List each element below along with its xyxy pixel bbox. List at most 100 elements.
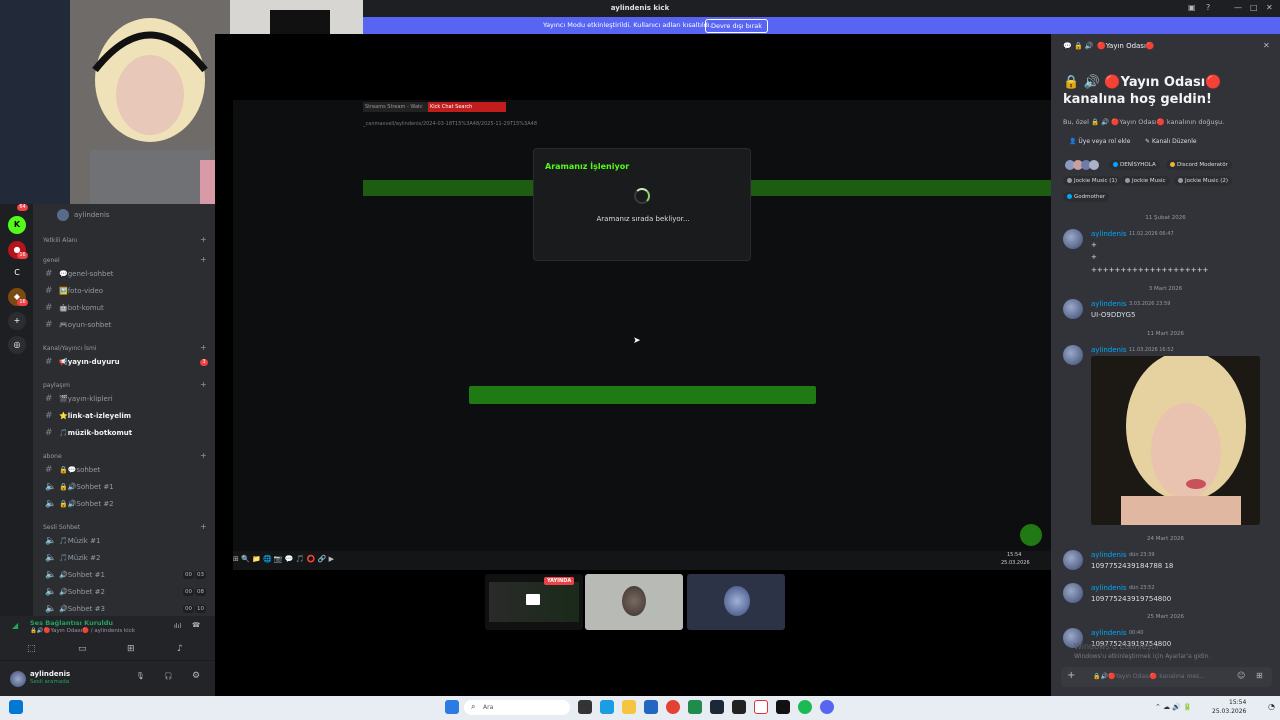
edit-channel-button[interactable]: ✎ Kanalı Düzenle <box>1145 138 1197 145</box>
settings-icon[interactable]: ⚙ <box>192 671 200 681</box>
channel-item[interactable]: # 🖼️foto-video <box>33 284 215 299</box>
taskbar-date[interactable]: 25.03.2026 <box>1212 708 1246 715</box>
edge-icon[interactable] <box>600 700 614 714</box>
message-image-attachment[interactable] <box>1091 356 1260 525</box>
role-chip[interactable]: Jockie Music (2) <box>1174 176 1233 186</box>
soundboard-icon[interactable]: ♪ <box>177 644 183 654</box>
message-author[interactable]: aylindenis <box>1091 346 1127 354</box>
channel-item[interactable]: # 🔒💬sohbet <box>33 463 215 478</box>
category-paylasim[interactable]: paylaşım <box>43 382 70 389</box>
channel-item[interactable]: # 📢yayın-duyuru 3 <box>33 355 215 370</box>
channel-item[interactable]: # 🎵müzik-botkomut <box>33 426 215 441</box>
role-chip[interactable]: Discord Moderatör <box>1166 160 1232 170</box>
category-yetkili[interactable]: Yetkili Alanı <box>43 237 77 244</box>
screen-share-icon[interactable]: ▭ <box>78 644 87 654</box>
category-genel[interactable]: genel <box>43 257 60 264</box>
chrome-icon[interactable] <box>666 700 680 714</box>
channel-item[interactable]: # 🤖bot-komut <box>33 301 215 316</box>
voice-channel-item[interactable]: 🔈 🔊Sohbet #3 00 10 <box>33 602 215 616</box>
add-channel-icon[interactable]: + <box>200 343 207 352</box>
add-channel-icon[interactable]: + <box>200 522 207 531</box>
server-icon-c[interactable]: C <box>8 264 26 282</box>
voice-channel-item[interactable]: 🔈 🎵Müzik #2 <box>33 551 215 566</box>
minimize-button[interactable]: — <box>1234 3 1242 12</box>
message-input[interactable]: 🔒🔊🔴Yayın Odası🔴 kanalına mes... <box>1093 673 1205 680</box>
store-icon[interactable] <box>644 700 658 714</box>
avatar[interactable] <box>1063 550 1083 570</box>
channel-item[interactable]: # 🎮oyun-sohbet <box>33 318 215 333</box>
app-icon[interactable] <box>754 700 768 714</box>
category-sesli[interactable]: Sesli Sohbet <box>43 524 80 531</box>
steam-icon[interactable] <box>710 700 724 714</box>
tray-icons[interactable]: ⌃ ☁ 🔊 🔋 <box>1155 703 1192 711</box>
add-channel-icon[interactable]: + <box>200 255 207 264</box>
explorer-icon[interactable] <box>622 700 636 714</box>
discord-icon[interactable] <box>820 700 834 714</box>
noise-suppression-icon[interactable]: ılıl <box>174 622 181 630</box>
spotify-icon[interactable] <box>798 700 812 714</box>
voice-channel-item[interactable]: 🔈 🔒🔊Sohbet #1 <box>33 480 215 495</box>
user-name[interactable]: aylindenis <box>30 670 70 678</box>
stream-thumbnail[interactable]: YAYINDA <box>485 574 583 630</box>
explore-icon[interactable]: ◎ <box>8 336 26 354</box>
voice-channel-item[interactable]: 🔈 🎵Müzik #1 <box>33 534 215 549</box>
activities-icon[interactable]: ⊞ <box>127 644 135 654</box>
maximize-button[interactable]: □ <box>1250 3 1258 12</box>
participant-tile[interactable] <box>687 574 785 630</box>
headphones-icon[interactable]: 🎧 <box>164 672 173 680</box>
add-member-button[interactable]: 👤 Üye veya rol ekle <box>1069 138 1130 145</box>
server-name[interactable]: aylindenis <box>74 211 110 219</box>
voice-location[interactable]: 🔒🔊🔴Yayın Odası🔴 / aylindenis kick <box>30 628 135 634</box>
widgets-icon[interactable] <box>9 700 23 714</box>
excel-icon[interactable] <box>688 700 702 714</box>
avatar[interactable] <box>1063 583 1083 603</box>
channel-item[interactable]: # ⭐link-at-izleyelim <box>33 409 215 424</box>
message-input-box[interactable]: + 🔒🔊🔴Yayın Odası🔴 kanalına mes... ☺ ⊞ <box>1061 667 1272 687</box>
taskbar-search[interactable]: ⌕ Ara <box>464 700 570 715</box>
emoji-icon[interactable]: ☺ <box>1237 671 1245 680</box>
start-icon[interactable] <box>445 700 459 714</box>
role-chip[interactable]: Jockie Music <box>1121 176 1170 186</box>
inbox-icon[interactable]: ▣ <box>1188 3 1196 12</box>
close-button[interactable]: ✕ <box>1266 3 1273 12</box>
server-icon-kick[interactable]: K <box>8 216 26 234</box>
add-server-icon[interactable]: + <box>8 312 26 330</box>
camera-icon[interactable]: ⬚ <box>27 644 36 654</box>
add-channel-icon[interactable]: + <box>200 380 207 389</box>
notification-icon[interactable]: ◔ <box>1268 702 1275 711</box>
voice-channel-item[interactable]: 🔈 🔊Sohbet #2 00 08 <box>33 585 215 600</box>
attach-plus-icon[interactable]: + <box>1067 670 1075 681</box>
avatar[interactable] <box>1063 299 1083 319</box>
disable-streamer-mode-button[interactable]: Devre dışı bırak <box>705 19 768 33</box>
avatar[interactable] <box>10 671 26 687</box>
category-abone[interactable]: abone <box>43 453 62 460</box>
voice-status[interactable]: Ses Bağlantısı Kuruldu <box>30 619 113 627</box>
message-author[interactable]: aylindenis <box>1091 584 1127 592</box>
taskbar-time[interactable]: 15:54 <box>1229 699 1246 706</box>
help-icon[interactable]: ? <box>1206 3 1210 12</box>
role-chip[interactable]: DENİSYHOLA <box>1109 160 1160 170</box>
channel-item[interactable]: # 🎬yayın-klipleri <box>33 392 215 407</box>
participant-tile[interactable] <box>585 574 683 630</box>
avatar[interactable] <box>1063 229 1083 249</box>
category-kanal[interactable]: Kanal/Yayıncı İsmi <box>43 345 97 352</box>
role-chip[interactable]: Godmother <box>1063 192 1110 202</box>
add-channel-icon[interactable]: + <box>200 451 207 460</box>
microphone-icon[interactable]: 🎙 <box>136 672 145 680</box>
apps-icon[interactable]: ⊞ <box>1256 671 1263 680</box>
task-view-icon[interactable] <box>578 700 592 714</box>
voice-channel-item[interactable]: 🔈 🔒🔊Sohbet #2 <box>33 497 215 512</box>
role-chip[interactable]: Jockie Music (1) <box>1063 176 1122 186</box>
message-author[interactable]: aylindenis <box>1091 300 1127 308</box>
message-author[interactable]: aylindenis <box>1091 551 1127 559</box>
close-chat-icon[interactable]: ✕ <box>1263 41 1270 50</box>
voice-channel-item[interactable]: 🔈 🔊Sohbet #1 00 03 <box>33 568 215 583</box>
disconnect-icon[interactable]: ☎ <box>192 621 200 629</box>
avatar[interactable] <box>1063 345 1083 365</box>
message-author[interactable]: aylindenis <box>1091 629 1127 637</box>
message-author[interactable]: aylindenis <box>1091 230 1127 238</box>
terminal-icon[interactable] <box>776 700 790 714</box>
channel-item[interactable]: # 💬genel-sohbet <box>33 267 215 282</box>
add-channel-icon[interactable]: + <box>200 235 207 244</box>
obs-icon[interactable] <box>732 700 746 714</box>
